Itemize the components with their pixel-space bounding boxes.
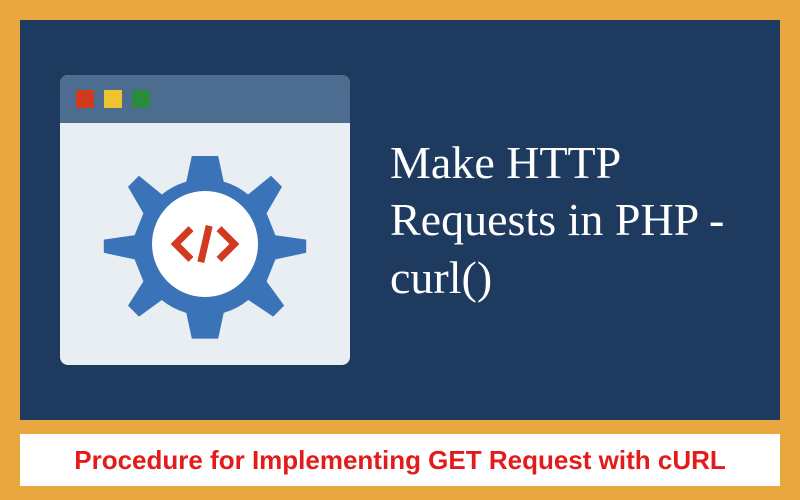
window-title-bar (60, 75, 350, 123)
caption-bar: Procedure for Implementing GET Request w… (20, 434, 780, 486)
window-dot-green (132, 90, 150, 108)
window-body (60, 123, 350, 365)
window-dot-yellow (104, 90, 122, 108)
main-panel: Make HTTP Requests in PHP - curl() (20, 20, 780, 420)
browser-window (60, 75, 350, 365)
headline-text: Make HTTP Requests in PHP - curl() (390, 134, 740, 307)
gear-wrap (95, 134, 315, 354)
caption-text: Procedure for Implementing GET Request w… (74, 445, 726, 476)
code-circle (152, 191, 258, 297)
code-brackets-icon (170, 219, 240, 269)
window-dot-red (76, 90, 94, 108)
